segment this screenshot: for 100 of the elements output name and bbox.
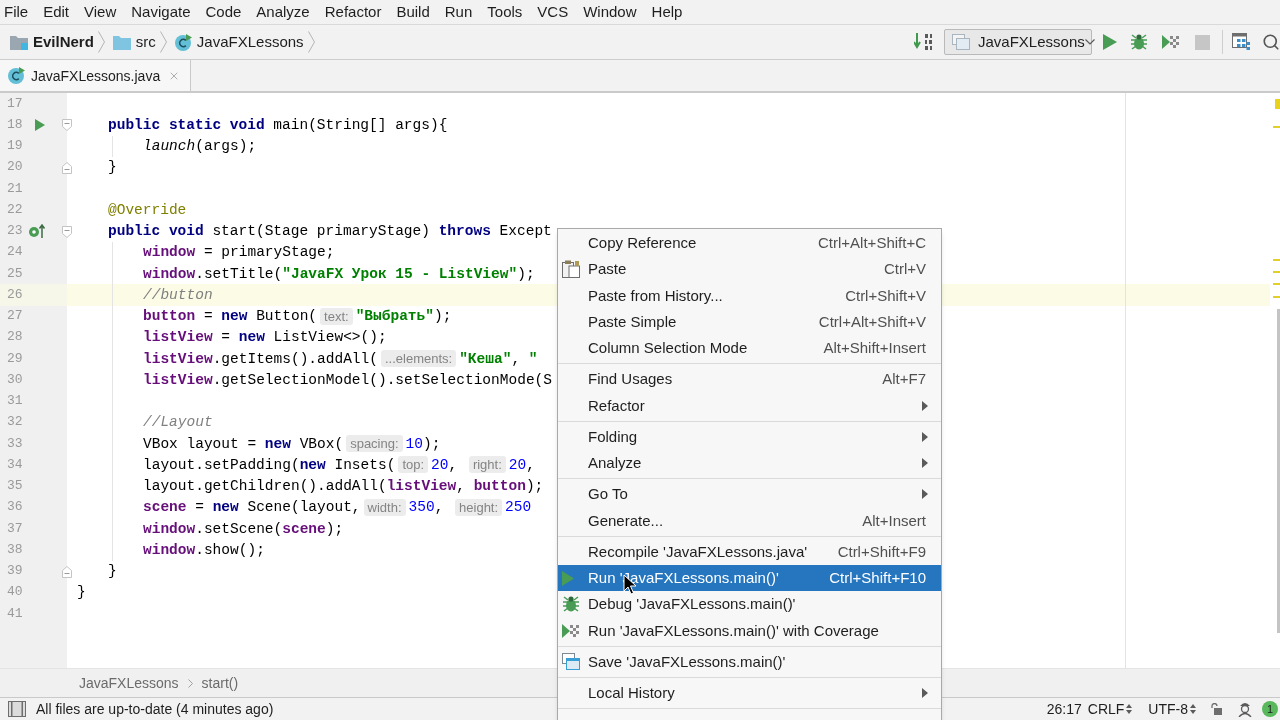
checkered-play-icon[interactable] bbox=[1162, 33, 1180, 51]
code-line: listView = new ListView<>(); bbox=[143, 328, 387, 348]
code-line: } bbox=[77, 583, 86, 603]
menu-bar-item[interactable]: Edit bbox=[43, 2, 70, 22]
chevron-right-icon bbox=[97, 31, 105, 53]
line-number: 39 bbox=[7, 563, 23, 580]
play-icon[interactable] bbox=[34, 118, 45, 131]
up-down-arrows-icon bbox=[1126, 704, 1133, 714]
breadcrumb-item[interactable]: EvilNerd bbox=[33, 32, 94, 52]
breadcrumb-item[interactable]: start() bbox=[201, 673, 239, 693]
code-line: //Layout bbox=[143, 413, 213, 433]
menu-item[interactable]: Local History bbox=[558, 680, 941, 707]
code-line: listView.getItems().addAll( ...elements: "Кеша", " bbox=[143, 349, 538, 369]
bug-icon[interactable] bbox=[1130, 33, 1148, 51]
line-number: 21 bbox=[7, 180, 23, 197]
code-line: window = primaryStage; bbox=[143, 243, 335, 263]
notification-badge[interactable]: 1 bbox=[1262, 701, 1278, 717]
search-icon[interactable] bbox=[1262, 33, 1280, 51]
breadcrumb-item[interactable]: JavaFXLessons bbox=[196, 32, 304, 52]
class-icon bbox=[8, 67, 25, 84]
panel-icon[interactable] bbox=[8, 701, 26, 717]
person-icon[interactable] bbox=[1238, 701, 1252, 717]
menu-item[interactable]: Folding bbox=[558, 423, 941, 450]
menu-bar-item[interactable]: View bbox=[84, 2, 117, 22]
play-icon bbox=[562, 570, 574, 586]
windows-icon bbox=[562, 653, 580, 671]
code-line: public static void main(String[] args){ bbox=[108, 115, 448, 135]
menu-bar-item[interactable]: Analyze bbox=[256, 2, 310, 22]
menu-item[interactable]: Run 'JavaFXLessons.main()' Ctrl+Shift+F10 bbox=[558, 565, 941, 592]
folder-icon bbox=[10, 34, 28, 50]
line-number: 19 bbox=[7, 138, 23, 155]
shortcut-label: Ctrl+Shift+F10 bbox=[829, 568, 926, 589]
menu-item[interactable]: Save 'JavaFXLessons.main()' bbox=[558, 648, 941, 675]
breadcrumb-item[interactable]: src bbox=[135, 32, 156, 52]
menu-bar-item[interactable]: Refactor bbox=[324, 2, 382, 22]
menu-bar-item[interactable]: Run bbox=[444, 2, 473, 22]
menu-bar-item[interactable]: VCS bbox=[537, 2, 569, 22]
line-number: 32 bbox=[7, 414, 23, 431]
line-number: 26 bbox=[7, 286, 23, 303]
code-line: button = new Button( text: "Выбрать"); bbox=[143, 306, 452, 327]
line-number: 22 bbox=[7, 201, 23, 218]
menu-item[interactable]: Analyze bbox=[558, 450, 941, 477]
fold-marker-icon[interactable] bbox=[62, 225, 72, 238]
code-line: listView.getSelectionModel().setSelectionMode(S bbox=[143, 370, 552, 390]
code-line: window.setTitle("JavaFX Урок 15 - ListView"); bbox=[143, 264, 535, 284]
fold-marker-icon[interactable] bbox=[62, 119, 72, 132]
menu-item[interactable]: Paste from History... Ctrl+Shift+V bbox=[558, 282, 941, 309]
code-line: window.setScene(scene); bbox=[143, 519, 344, 539]
fold-marker-icon[interactable] bbox=[62, 161, 72, 174]
menu-item[interactable]: Generate... Alt+Insert bbox=[558, 507, 941, 534]
menu-item[interactable]: Recompile 'JavaFXLessons.java' Ctrl+Shift+F9 bbox=[558, 538, 941, 565]
line-number: 17 bbox=[7, 95, 23, 112]
menu-bar-item[interactable]: Help bbox=[651, 2, 683, 22]
menu-item[interactable]: Column Selection Mode Alt+Shift+Insert bbox=[558, 335, 941, 362]
binary-arrow-icon[interactable] bbox=[914, 33, 934, 51]
run-configuration-dropdown[interactable]: JavaFXLessons bbox=[944, 29, 1092, 55]
menu-bar-item[interactable]: Code bbox=[205, 2, 242, 22]
line-number: 36 bbox=[7, 499, 23, 516]
code-line: layout.setPadding(new Insets( top: 20, right: 20, bbox=[143, 455, 535, 475]
menu-item[interactable]: Refactor bbox=[558, 392, 941, 419]
breadcrumb-item[interactable]: JavaFXLessons bbox=[79, 673, 179, 693]
menu-item[interactable]: Go To bbox=[558, 481, 941, 508]
line-number: 35 bbox=[7, 478, 23, 495]
menu-item[interactable]: Debug 'JavaFXLessons.main()' bbox=[558, 591, 941, 618]
code-line: public void start(Stage primaryStage) throws Except bbox=[108, 222, 552, 242]
caret-position[interactable]: 26:17 bbox=[1046, 700, 1082, 718]
menu-item[interactable]: Paste Simple Ctrl+Alt+Shift+V bbox=[558, 308, 941, 335]
line-number: 31 bbox=[7, 393, 23, 410]
shortcut-label: Alt+F7 bbox=[882, 369, 926, 390]
code-line: launch(args); bbox=[143, 137, 257, 157]
menu-item[interactable]: Run 'JavaFXLessons.main()' with Coverage bbox=[558, 617, 941, 644]
scrollbar-thumb[interactable] bbox=[1277, 309, 1280, 633]
chevron-right-icon bbox=[307, 31, 315, 53]
menu-item[interactable]: Paste Ctrl+V bbox=[558, 256, 941, 283]
shortcut-label: Ctrl+Alt+Shift+C bbox=[818, 233, 926, 254]
menu-bar-item[interactable]: Window bbox=[583, 2, 637, 22]
chevron-right-icon bbox=[159, 31, 167, 53]
editor-tab[interactable]: JavaFXLessons.java bbox=[0, 60, 192, 91]
up-down-arrows-icon bbox=[1190, 704, 1196, 714]
menu-bar-item[interactable]: File bbox=[4, 2, 29, 22]
unlocked-padlock-icon[interactable] bbox=[1210, 703, 1222, 715]
menu-bar-item[interactable]: Tools bbox=[487, 2, 523, 22]
menu-bar-item[interactable]: Build bbox=[396, 2, 430, 22]
shortcut-label: Alt+Shift+Insert bbox=[823, 338, 926, 359]
line-separator-selector[interactable]: CRLF bbox=[1087, 700, 1133, 718]
menu-item[interactable]: Find Usages Alt+F7 bbox=[558, 366, 941, 393]
menu-bar-item[interactable]: Navigate bbox=[131, 2, 191, 22]
windows-icon bbox=[952, 34, 970, 50]
line-number: 41 bbox=[7, 605, 23, 622]
fold-marker-icon[interactable] bbox=[62, 565, 72, 578]
code-line: scene = new Scene(layout, width: 350, height: 250 bbox=[143, 497, 532, 518]
grid-window-icon[interactable] bbox=[1232, 33, 1250, 51]
menu-item[interactable]: Copy Reference Ctrl+Alt+Shift+C bbox=[558, 230, 941, 257]
circle-arrow-up-icon[interactable] bbox=[28, 224, 46, 239]
shortcut-label: Alt+Insert bbox=[862, 510, 926, 531]
encoding-selector[interactable]: UTF-8 bbox=[1148, 700, 1196, 718]
line-number: 34 bbox=[7, 456, 23, 473]
line-number: 27 bbox=[7, 308, 23, 325]
class-icon bbox=[174, 33, 192, 51]
play-icon[interactable] bbox=[1103, 34, 1117, 50]
